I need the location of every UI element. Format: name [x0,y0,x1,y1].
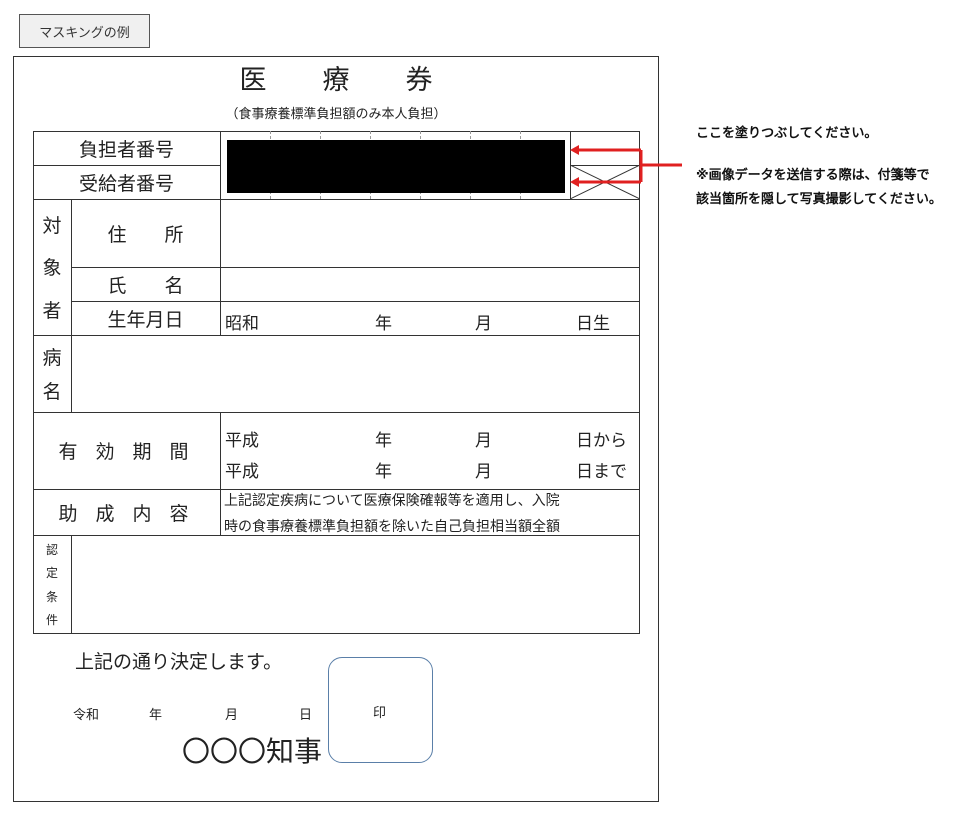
photo-note-line-1: ※画像データを送信する際は、付箋等で [696,168,930,183]
seal-mark: 印 [373,706,387,721]
decision-text: 上記の通り決定します。 [75,651,283,673]
fill-instruction: ここを塗りつぶしてください。 [696,126,878,141]
recipient-number-label: 受給者番号 [78,172,174,195]
valid-from-day: 日から [576,431,627,451]
masking-example-button[interactable]: マスキングの例 [19,14,150,48]
date-month: 月 [225,708,239,723]
form-subtitle: （食事療養標準負担額のみ本人負担） [225,107,447,122]
valid-to-era: 平成 [225,462,259,482]
subsidy-line-2: 時の食事療養標準負担額を除いた自己負担相当額全額 [224,519,560,535]
subsidy-label: 助 成 内 容 [58,502,195,525]
disease-label: 病 名 [42,346,62,404]
valid-from-era: 平成 [225,431,259,451]
birth-month-unit: 月 [475,314,492,334]
date-day: 日 [299,708,313,723]
birth-day-unit: 日生 [576,314,610,334]
birth-era: 昭和 [225,314,259,334]
valid-to-year: 年 [375,462,392,482]
date-year: 年 [149,708,163,723]
governor-name: 〇〇〇知事 [182,735,323,768]
name-label: 氏 名 [107,274,184,297]
burden-number-label: 負担者番号 [78,138,174,161]
valid-from-year: 年 [375,431,392,451]
date-era: 令和 [73,708,100,723]
valid-to-day: 日まで [576,462,627,482]
form-title: 医療券 [239,65,489,96]
valid-to-month: 月 [475,462,492,482]
redaction-mask [227,140,565,193]
valid-from-month: 月 [475,431,492,451]
address-label: 住 所 [107,223,184,246]
subsidy-line-1: 上記認定疾病について医療保険確報等を適用し、入院 [224,493,560,509]
condition-label: 認 定 条 件 [45,543,58,627]
arrow-bracket-icon [570,145,682,187]
photo-note-line-2: 該当箇所を隠して写真撮影してください。 [696,192,942,207]
validity-label: 有 効 期 間 [58,441,195,463]
birthdate-label: 生年月日 [107,308,184,331]
subject-label: 対 象 者 [42,214,62,323]
birth-year-unit: 年 [375,314,392,334]
